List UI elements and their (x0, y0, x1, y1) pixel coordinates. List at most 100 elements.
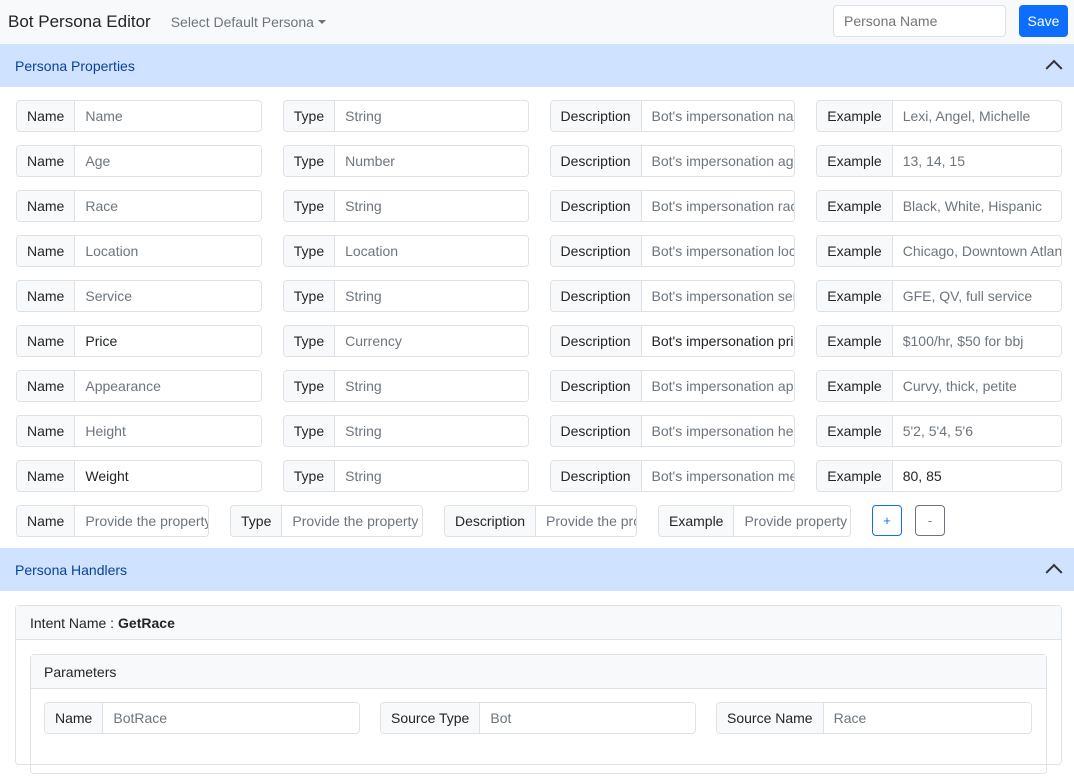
example-label: Example (817, 191, 893, 221)
example-label: Example (817, 326, 893, 356)
type-label: Type (283, 461, 336, 491)
property-row: Name Age Type Number Description Bot's impe… (16, 145, 1062, 177)
property-row: Name Location Type Location Description Bot… (16, 235, 1062, 267)
description-input[interactable]: Bot's impersonation measurements (641, 461, 795, 491)
new-type-input[interactable]: Provide the property (282, 506, 422, 536)
description-input[interactable]: Bot's impersonation location (641, 236, 795, 266)
description-input[interactable]: Bot's impersonation age (641, 146, 795, 176)
persona-properties-header[interactable]: Persona Properties (0, 44, 1074, 87)
type-field-group: Type String (282, 280, 529, 312)
description-field-group: Description Bot's impersonation race (549, 190, 796, 222)
description-input[interactable]: Bot's impersonation race (641, 191, 795, 221)
name-field-group: Name Age (16, 145, 262, 177)
example-input[interactable]: 80, 85 (892, 461, 1061, 491)
property-row: Name Height Type String Description Bot's i… (16, 415, 1062, 447)
example-field-group: Example GFE, QV, full service (816, 280, 1062, 312)
type-field-group: Type String (282, 370, 529, 402)
example-field-group: Example Chicago, Downtown Atlanta (816, 235, 1062, 267)
new-property-row: Name Provide the property Type Provide the… (16, 505, 1062, 537)
example-label: Example (817, 236, 893, 266)
example-label: Example (817, 281, 893, 311)
type-input[interactable]: String (335, 101, 528, 131)
name-field-group: Name Height (16, 415, 262, 447)
name-label: Name (17, 371, 76, 401)
example-field-group: Example 5'2, 5'4, 5'6 (816, 415, 1062, 447)
type-input[interactable]: Location (335, 236, 528, 266)
chevron-up-icon[interactable] (1045, 563, 1063, 581)
example-input[interactable]: Lexi, Angel, Michelle (892, 101, 1061, 131)
parameters-title: Parameters (31, 655, 1046, 689)
name-input[interactable]: Appearance (75, 371, 261, 401)
example-input[interactable]: Chicago, Downtown Atlanta (892, 236, 1061, 266)
add-property-button[interactable]: + (872, 505, 902, 536)
name-input[interactable]: Name (75, 101, 261, 131)
description-field-group: DescriptionBot's impersonation height (549, 415, 796, 447)
example-field-group: Example Black, White, Hispanic (816, 190, 1062, 222)
example-input[interactable]: 5'2, 5'4, 5'6 (892, 416, 1061, 446)
type-input[interactable]: String (335, 371, 528, 401)
name-input[interactable]: Height (75, 416, 261, 446)
section-title: Persona Properties (15, 57, 135, 74)
example-input[interactable]: Curvy, thick, petite (892, 371, 1061, 401)
description-input[interactable]: Bot's impersonation service (641, 281, 795, 311)
new-description-field-group: DescriptionProvide the property (444, 505, 637, 537)
param-name-input[interactable] (103, 703, 359, 733)
type-label: Type (283, 326, 336, 356)
description-field-group: Description Bot's impersonation age (549, 145, 796, 177)
name-field-group: Name Name (16, 100, 262, 132)
param-source-name-input[interactable] (823, 703, 1031, 733)
type-input[interactable]: String (335, 461, 528, 491)
description-label: Description (550, 281, 642, 311)
save-button[interactable]: Save (1019, 5, 1068, 37)
description-input[interactable]: Bot's impersonation appearance (641, 371, 795, 401)
example-label: Example (817, 146, 893, 176)
name-field-group: Name Weight (16, 460, 262, 492)
example-field-group: Example 80, 85 (816, 460, 1062, 492)
name-label: Name (17, 506, 76, 536)
example-label: Example (817, 371, 893, 401)
type-label: Type (283, 281, 336, 311)
param-name-group: Name (44, 702, 360, 734)
name-input[interactable]: Weight (75, 461, 261, 491)
name-input[interactable]: Price (75, 326, 261, 356)
new-description-input[interactable]: Provide the property (536, 506, 636, 536)
property-row: Name Name Type String Description Bot's imp… (16, 100, 1062, 132)
description-input[interactable]: Bot's impersonation price (641, 326, 795, 356)
type-input[interactable]: Number (335, 146, 528, 176)
example-input[interactable]: $100/hr, $50 for bbj (892, 326, 1061, 356)
remove-property-button[interactable]: - (915, 505, 945, 536)
type-input[interactable]: String (335, 416, 528, 446)
description-input[interactable]: Bot's impersonation name (641, 101, 795, 131)
select-default-persona-dropdown[interactable]: Select Default Persona (171, 14, 326, 30)
new-name-input[interactable]: Provide the property (75, 506, 208, 536)
type-input[interactable]: String (335, 191, 528, 221)
name-input[interactable]: Age (75, 146, 261, 176)
type-field-group: Type Number (282, 145, 529, 177)
example-input[interactable]: 13, 14, 15 (892, 146, 1061, 176)
persona-name-input[interactable] (833, 5, 1006, 37)
example-input[interactable]: GFE, QV, full service (892, 281, 1061, 311)
description-field-group: DescriptionBot's impersonation appearanc… (549, 370, 796, 402)
name-input[interactable]: Race (75, 191, 261, 221)
name-field-group: Name Appearance (16, 370, 262, 402)
example-input[interactable]: Black, White, Hispanic (892, 191, 1061, 221)
persona-handlers-header[interactable]: Persona Handlers (0, 548, 1074, 591)
intent-name: GetRace (118, 614, 175, 631)
property-row: Name Appearance Type String Description Bot… (16, 370, 1062, 402)
description-label: Description (550, 461, 642, 491)
description-input[interactable]: Bot's impersonation height (641, 416, 795, 446)
type-input[interactable]: Currency (335, 326, 528, 356)
name-label: Name (17, 461, 76, 491)
chevron-up-icon[interactable] (1045, 59, 1063, 77)
param-source-type-input[interactable] (480, 703, 695, 733)
type-label: Type (283, 191, 336, 221)
param-source-name-label: Source Name (717, 703, 824, 733)
type-input[interactable]: String (335, 281, 528, 311)
example-field-group: Example 13, 14, 15 (816, 145, 1062, 177)
name-input[interactable]: Service (75, 281, 261, 311)
param-source-name-group: Source Name (716, 702, 1032, 734)
type-label: Type (283, 101, 336, 131)
new-type-field-group: Type Provide the property (230, 505, 423, 537)
name-input[interactable]: Location (75, 236, 261, 266)
new-example-input[interactable]: Provide property (734, 506, 850, 536)
